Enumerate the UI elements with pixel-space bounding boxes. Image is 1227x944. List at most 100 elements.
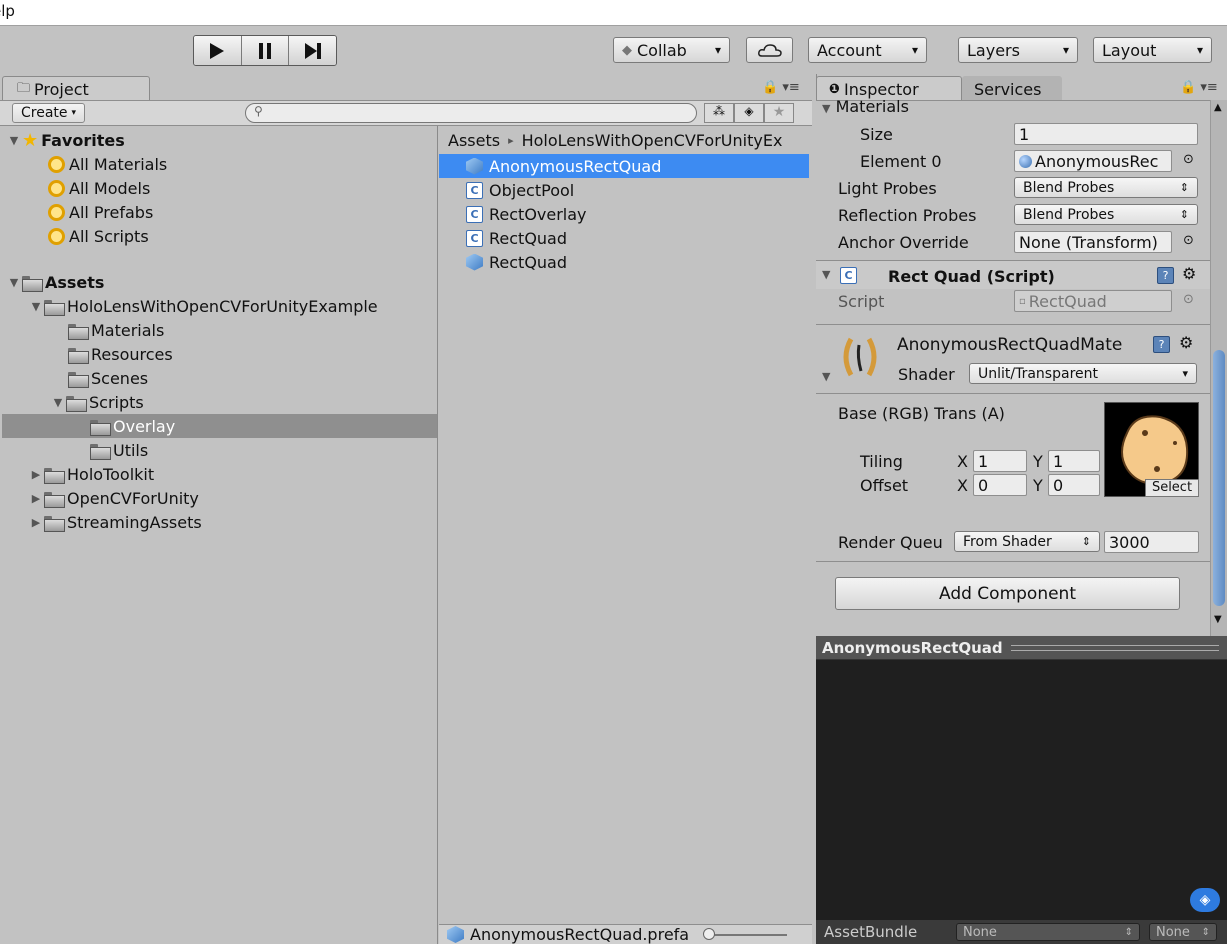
folder-icon — [68, 347, 89, 364]
gear-icon[interactable]: ⚙ — [1179, 333, 1193, 352]
filter-type-icon[interactable]: ⁂ — [704, 103, 734, 123]
create-button[interactable]: Create ▾ — [12, 103, 86, 123]
assetbundle-value: None — [963, 924, 997, 940]
main-toolbar: ◆ Collab ▾ Account ▾ Layers ▾ Layout ▾ — [0, 25, 1227, 74]
tree-item-holo[interactable]: ▼ HoloLensWithOpenCVForUnityExample — [28, 294, 378, 318]
tree-item-materials[interactable]: Materials — [68, 318, 164, 342]
tree-item-streaming[interactable]: ▶ StreamingAssets — [28, 510, 202, 534]
pause-button[interactable] — [241, 36, 290, 65]
offset-y-field[interactable]: 0 — [1048, 474, 1100, 496]
chevron-right-icon: ▶ — [31, 515, 41, 529]
light-probes-dropdown[interactable]: Blend Probes ⇕ — [1014, 177, 1198, 198]
scrollbar-thumb[interactable] — [1213, 350, 1225, 606]
render-queue-dropdown[interactable]: From Shader ⇕ — [954, 531, 1100, 552]
chevron-down-icon: ▾ — [911, 43, 918, 57]
chevron-right-icon: ▶ — [31, 467, 41, 481]
offset-x-field[interactable]: 0 — [973, 474, 1027, 496]
chevron-up-icon[interactable]: ▲ — [1214, 102, 1222, 113]
zoom-slider-track[interactable] — [707, 934, 787, 936]
render-queue-field[interactable]: 3000 — [1104, 531, 1199, 553]
play-controls — [193, 35, 337, 66]
assetbundle-dropdown[interactable]: None ⇕ — [956, 923, 1140, 941]
chevron-down-icon[interactable]: ▼ — [822, 370, 830, 383]
favorite-item[interactable]: All Scripts — [48, 224, 149, 248]
label-tag-icon[interactable]: ◈ — [1190, 888, 1220, 912]
folder-icon — [44, 491, 65, 508]
zoom-slider-handle[interactable] — [703, 928, 715, 940]
tree-item-opencv[interactable]: ▶ OpenCVForUnity — [28, 486, 199, 510]
star-icon[interactable]: ★ — [764, 103, 794, 123]
prefab-icon — [466, 253, 483, 271]
csharp-script-icon: C — [466, 205, 483, 223]
account-dropdown[interactable]: Account ▾ — [808, 37, 927, 63]
chevron-down-icon: ▼ — [9, 275, 19, 289]
assetbundle-variant-dropdown[interactable]: None ⇕ — [1149, 923, 1217, 941]
add-component-button[interactable]: Add Component — [835, 577, 1180, 610]
tab-project[interactable]: 🗀 Project — [2, 76, 150, 102]
list-item[interactable]: C RectQuad — [466, 226, 567, 250]
assetbundle-label: AssetBundle — [824, 923, 918, 941]
layout-dropdown[interactable]: Layout ▾ — [1093, 37, 1212, 63]
list-item[interactable]: AnonymousRectQuad — [439, 154, 809, 178]
tree-assets[interactable]: ▼ Assets — [6, 270, 104, 294]
favorite-item[interactable]: All Materials — [48, 152, 167, 176]
tree-item-label: Resources — [91, 344, 173, 364]
tiling-x-field[interactable]: 1 — [973, 450, 1027, 472]
tiling-y-field[interactable]: 1 — [1048, 450, 1100, 472]
tree-item-scripts[interactable]: ▼ Scripts — [50, 390, 144, 414]
shader-dropdown[interactable]: Unlit/Transparent ▾ — [969, 363, 1197, 384]
element0-field[interactable]: AnonymousRec — [1014, 150, 1172, 172]
breadcrumb-root[interactable]: Assets — [448, 131, 500, 150]
help-icon[interactable]: ? — [1157, 267, 1174, 284]
folder-icon — [44, 467, 65, 484]
texture-slot[interactable]: Select — [1104, 402, 1199, 497]
favorites-label: Favorites — [41, 130, 125, 150]
reflection-probes-dropdown[interactable]: Blend Probes ⇕ — [1014, 204, 1198, 225]
search-input[interactable]: ⚲ — [245, 103, 697, 123]
inspector-scrollbar[interactable]: ▲ ▼ — [1210, 100, 1227, 636]
tree-item-label: Utils — [113, 440, 149, 460]
chevron-down-icon[interactable]: ▼ — [1214, 614, 1222, 625]
chevron-down-icon[interactable]: ▼ — [822, 268, 830, 281]
help-icon[interactable]: ? — [1153, 336, 1170, 353]
breadcrumb-current[interactable]: HoloLensWithOpenCVForUnityEx — [522, 131, 783, 150]
menu-help[interactable]: elp — [0, 2, 15, 20]
gear-icon[interactable]: ⚙ — [1182, 264, 1196, 283]
chevron-down-icon: ▾ — [1182, 367, 1188, 380]
list-item[interactable]: RectQuad — [466, 250, 567, 274]
favorite-item[interactable]: All Models — [48, 176, 150, 200]
offset-label: Offset — [860, 476, 909, 495]
object-picker-icon[interactable]: ⊙ — [1183, 152, 1194, 167]
object-picker-icon[interactable]: ⊙ — [1183, 233, 1194, 248]
list-item[interactable]: C ObjectPool — [466, 178, 574, 202]
size-field[interactable]: 1 — [1014, 123, 1198, 145]
panel-menu-icon[interactable]: 🔒 ▾≡ — [762, 80, 800, 95]
play-button[interactable] — [194, 36, 242, 65]
step-button[interactable] — [289, 36, 336, 65]
list-item[interactable]: C RectOverlay — [466, 202, 587, 226]
favorite-item[interactable]: All Prefabs — [48, 200, 153, 224]
folder-icon — [66, 395, 87, 412]
tree-item-holotoolkit[interactable]: ▶ HoloToolkit — [28, 462, 154, 486]
tag-icon[interactable]: ◈ — [734, 103, 764, 123]
panel-menu-icon[interactable]: 🔒 ▾≡ — [1180, 80, 1218, 95]
select-texture-button[interactable]: Select — [1145, 479, 1199, 497]
tree-item-resources[interactable]: Resources — [68, 342, 173, 366]
tree-favorites[interactable]: ▼ ★ Favorites — [6, 128, 125, 152]
rect-quad-header[interactable]: Rect Quad (Script) — [888, 267, 1055, 286]
layers-dropdown[interactable]: Layers ▾ — [958, 37, 1078, 63]
anchor-override-field[interactable]: None (Transform) — [1014, 231, 1172, 253]
folder-icon — [90, 443, 111, 460]
search-icon — [48, 203, 65, 221]
status-bar: AnonymousRectQuad.prefa — [439, 924, 812, 944]
tree-item-scenes[interactable]: Scenes — [68, 366, 148, 390]
chevron-right-icon: ▶ — [31, 491, 41, 505]
materials-header[interactable]: ▼ Materials — [822, 97, 909, 116]
preview-header[interactable]: AnonymousRectQuad — [816, 636, 1227, 660]
tree-item-utils[interactable]: Utils — [90, 438, 148, 462]
tab-services[interactable]: Services — [962, 76, 1062, 102]
tree-item-overlay[interactable]: Overlay — [2, 414, 437, 438]
cloud-button[interactable] — [746, 37, 793, 63]
collab-button[interactable]: ◆ Collab ▾ — [613, 37, 730, 63]
search-icon — [48, 227, 65, 245]
